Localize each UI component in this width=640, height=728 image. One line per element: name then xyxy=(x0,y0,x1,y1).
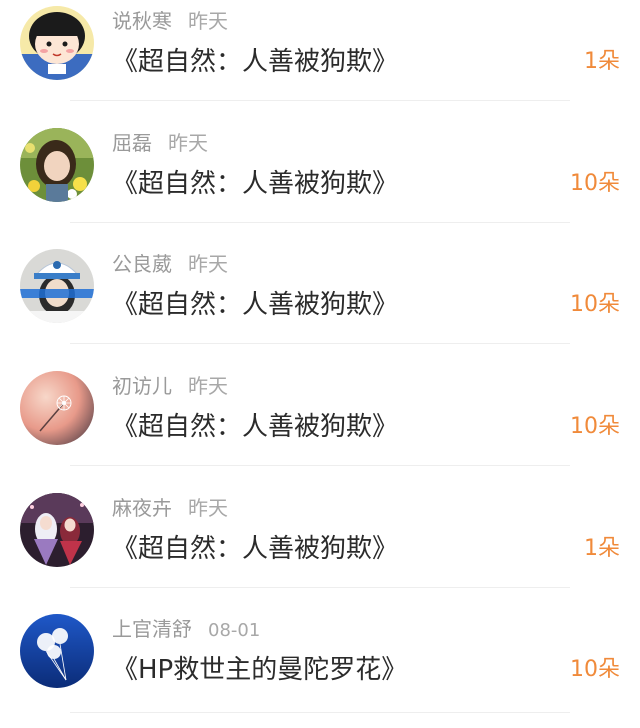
list-item[interactable]: 说秋寒 昨天 《超自然：人善被狗欺》 1朵 xyxy=(0,0,640,120)
avatar[interactable] xyxy=(20,493,94,567)
item-meta: 屈磊 昨天 xyxy=(112,128,208,158)
avatar[interactable] xyxy=(20,371,94,445)
item-meta: 麻夜卉 昨天 xyxy=(112,493,228,523)
book-title[interactable]: 《超自然：人善被狗欺》 xyxy=(112,531,398,567)
user-name[interactable]: 屈磊 xyxy=(112,131,152,155)
divider xyxy=(70,100,570,101)
timestamp: 昨天 xyxy=(188,9,228,33)
item-meta: 上官清舒 08-01 xyxy=(112,614,260,644)
user-name[interactable]: 公良葳 xyxy=(112,252,172,276)
flower-count: 1朵 xyxy=(584,49,620,74)
list-item[interactable]: 屈磊 昨天 《超自然：人善被狗欺》 10朵 xyxy=(0,122,640,242)
flower-count: 10朵 xyxy=(570,414,620,439)
cap-girl-avatar-icon xyxy=(20,249,94,323)
list-item[interactable]: 麻夜卉 昨天 《超自然：人善被狗欺》 1朵 xyxy=(0,487,640,607)
user-name[interactable]: 说秋寒 xyxy=(112,9,172,33)
user-name[interactable]: 上官清舒 xyxy=(112,617,192,641)
item-meta: 初访儿 昨天 xyxy=(112,371,228,401)
anime-characters-avatar-icon xyxy=(20,493,94,567)
timestamp: 昨天 xyxy=(188,496,228,520)
timestamp: 昨天 xyxy=(188,374,228,398)
balloons-sky-avatar-icon xyxy=(20,614,94,688)
flower-count: 10朵 xyxy=(570,657,620,682)
item-meta: 说秋寒 昨天 xyxy=(112,6,228,36)
divider xyxy=(70,222,570,223)
avatar[interactable] xyxy=(20,614,94,688)
timestamp: 昨天 xyxy=(188,252,228,276)
gift-record-list: 说秋寒 昨天 《超自然：人善被狗欺》 1朵 屈磊 昨天 《超自然：人善被狗欺》 10… xyxy=(0,0,640,715)
book-title[interactable]: 《超自然：人善被狗欺》 xyxy=(112,44,398,80)
divider xyxy=(70,712,570,713)
item-meta: 公良葳 昨天 xyxy=(112,249,228,279)
dandelion-avatar-icon xyxy=(20,371,94,445)
avatar[interactable] xyxy=(20,128,94,202)
avatar[interactable] xyxy=(20,6,94,80)
list-item[interactable]: 公良葳 昨天 《超自然：人善被狗欺》 10朵 xyxy=(0,243,640,363)
user-name[interactable]: 麻夜卉 xyxy=(112,496,172,520)
avatar[interactable] xyxy=(20,249,94,323)
user-name[interactable]: 初访儿 xyxy=(112,374,172,398)
chibi-girl-avatar-icon xyxy=(20,6,94,80)
divider xyxy=(70,587,570,588)
list-item[interactable]: 初访儿 昨天 《超自然：人善被狗欺》 10朵 xyxy=(0,365,640,485)
timestamp: 08-01 xyxy=(208,620,261,641)
flower-count: 1朵 xyxy=(584,536,620,561)
divider xyxy=(70,465,570,466)
book-title[interactable]: 《超自然：人善被狗欺》 xyxy=(112,166,398,202)
list-item[interactable]: 上官清舒 08-01 《HP救世主的曼陀罗花》 10朵 xyxy=(0,608,640,728)
divider xyxy=(70,343,570,344)
flower-count: 10朵 xyxy=(570,292,620,317)
girl-flowers-avatar-icon xyxy=(20,128,94,202)
book-title[interactable]: 《超自然：人善被狗欺》 xyxy=(112,287,398,323)
book-title[interactable]: 《HP救世主的曼陀罗花》 xyxy=(112,652,407,688)
book-title[interactable]: 《超自然：人善被狗欺》 xyxy=(112,409,398,445)
flower-count: 10朵 xyxy=(570,171,620,196)
timestamp: 昨天 xyxy=(168,131,208,155)
